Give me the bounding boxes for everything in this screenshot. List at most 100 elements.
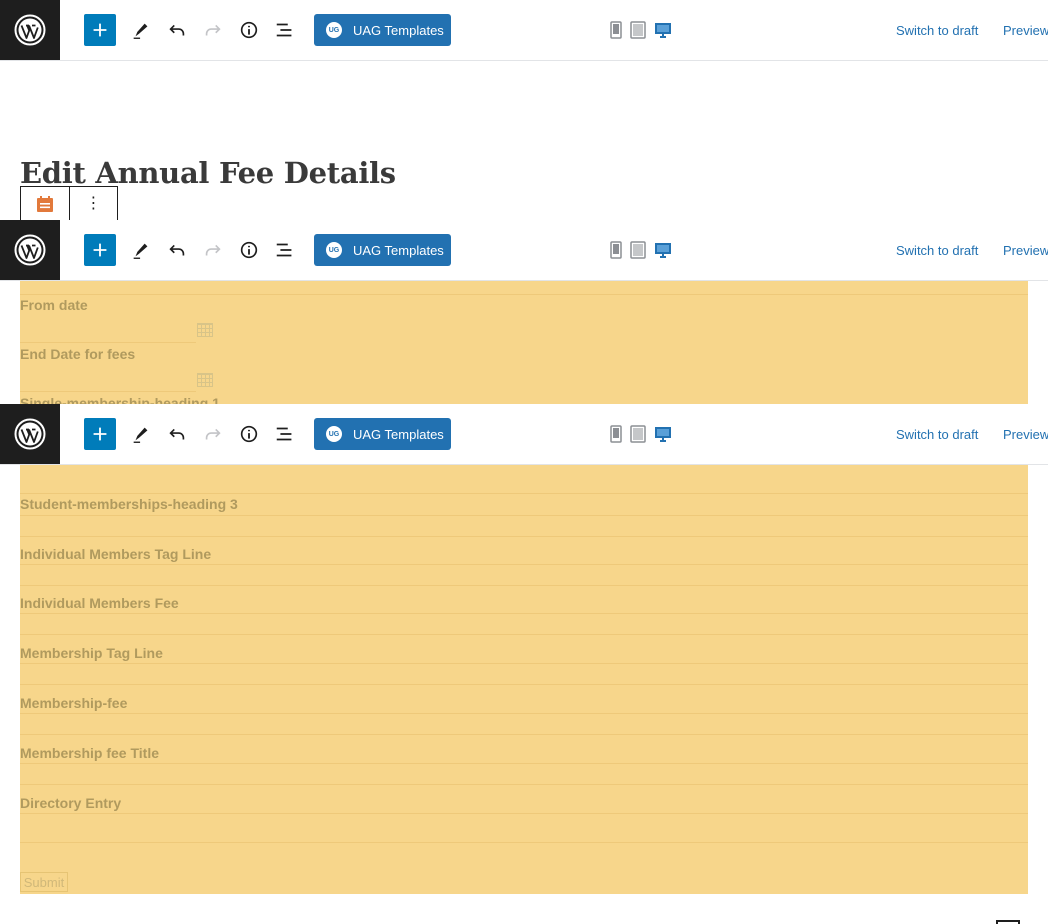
add-block-button[interactable] — [84, 234, 116, 266]
form-block-top: From date End Date for fees Single-membe… — [20, 281, 1028, 404]
more-options-button[interactable]: ⋮ — [69, 187, 117, 221]
pencil-icon — [133, 243, 148, 259]
list-view-icon — [276, 243, 292, 257]
more-options-icon: ⋮ — [85, 195, 102, 212]
mobile-icon — [610, 241, 622, 259]
tools-button[interactable] — [125, 234, 157, 266]
mobile-preview-button[interactable] — [610, 21, 622, 39]
uag-templates-button[interactable]: UG UAG Templates — [314, 418, 451, 450]
calendar-picker-icon[interactable] — [197, 323, 213, 337]
uag-templates-label: UAG Templates — [353, 22, 444, 38]
list-view-button[interactable] — [269, 234, 301, 266]
text-input-field[interactable] — [20, 813, 1028, 843]
text-input-field[interactable] — [20, 663, 1028, 685]
add-block-button[interactable] — [84, 14, 116, 46]
pencil-icon — [133, 427, 148, 443]
field-label-single-membership: Single-membership-heading 1 — [20, 395, 220, 404]
info-icon — [240, 425, 258, 443]
field-label-end-date: End Date for fees — [20, 346, 136, 362]
uag-logo-icon: UG — [326, 426, 342, 442]
tools-button[interactable] — [125, 418, 157, 450]
desktop-preview-button[interactable] — [654, 425, 672, 443]
switch-to-draft-link[interactable]: Switch to draft — [896, 427, 978, 442]
block-toolbar: ⋮ — [20, 186, 118, 221]
undo-button[interactable] — [161, 418, 193, 450]
text-input-field[interactable] — [20, 564, 1028, 586]
field-label-membership-tag-line: Membership Tag Line — [20, 645, 163, 661]
desktop-icon — [655, 23, 671, 38]
end-date-input[interactable] — [20, 366, 196, 392]
undo-icon — [169, 24, 185, 36]
switch-to-draft-link[interactable]: Switch to draft — [896, 23, 978, 38]
page-title[interactable]: Edit Annual Fee Details — [20, 156, 396, 190]
text-input-field[interactable] — [20, 515, 1028, 537]
submit-button[interactable]: Submit — [20, 872, 68, 892]
form-divider — [20, 294, 1028, 295]
uag-templates-label: UAG Templates — [353, 426, 444, 442]
block-type-button[interactable] — [21, 187, 69, 221]
redo-icon — [205, 24, 221, 36]
list-view-button[interactable] — [269, 418, 301, 450]
text-input-field[interactable] — [20, 713, 1028, 735]
tablet-preview-button[interactable] — [630, 21, 646, 39]
tablet-icon — [630, 241, 646, 259]
redo-button[interactable] — [197, 14, 229, 46]
uag-logo-icon: UG — [326, 22, 342, 38]
desktop-preview-button[interactable] — [654, 241, 672, 259]
preview-link[interactable]: Preview — [1003, 23, 1048, 38]
field-label-individual-tag-line: Individual Members Tag Line — [20, 546, 212, 562]
wordpress-logo-button[interactable] — [0, 220, 60, 280]
editor-toolbar-duplicate: UG UAG Templates Switch to draft Preview — [0, 404, 1048, 465]
mobile-preview-button[interactable] — [610, 241, 622, 259]
wordpress-icon — [14, 14, 46, 46]
redo-button[interactable] — [197, 234, 229, 266]
pencil-icon — [133, 23, 148, 39]
calendar-picker-icon[interactable] — [197, 373, 213, 387]
tablet-preview-button[interactable] — [630, 241, 646, 259]
uag-templates-label: UAG Templates — [353, 242, 444, 258]
switch-to-draft-link[interactable]: Switch to draft — [896, 243, 978, 258]
plus-icon — [93, 23, 107, 37]
mobile-icon — [610, 425, 622, 443]
undo-icon — [169, 244, 185, 256]
text-input-field[interactable] — [20, 763, 1028, 785]
field-label-student-memberships: Student-memberships-heading 3 — [20, 496, 238, 512]
list-view-icon — [276, 427, 292, 441]
tablet-preview-button[interactable] — [630, 425, 646, 443]
form-block-main: Student-memberships-heading 3 Individual… — [20, 465, 1028, 894]
info-icon — [240, 241, 258, 259]
details-button[interactable] — [233, 418, 265, 450]
undo-button[interactable] — [161, 14, 193, 46]
field-label-directory-entry: Directory Entry — [20, 795, 122, 811]
field-label-membership-fee: Membership-fee — [20, 695, 128, 711]
tools-button[interactable] — [125, 14, 157, 46]
wordpress-icon — [14, 418, 46, 450]
wordpress-icon — [14, 234, 46, 266]
info-icon — [240, 21, 258, 39]
wordpress-logo-button[interactable] — [0, 0, 60, 60]
block-corner-outline — [996, 920, 1020, 924]
add-block-button[interactable] — [84, 418, 116, 450]
preview-link[interactable]: Preview — [1003, 243, 1048, 258]
form-divider — [20, 493, 1028, 494]
desktop-preview-button[interactable] — [654, 21, 672, 39]
uag-templates-button[interactable]: UG UAG Templates — [314, 14, 451, 46]
uag-logo-icon: UG — [326, 242, 342, 258]
desktop-icon — [655, 427, 671, 442]
field-label-individual-fee: Individual Members Fee — [20, 595, 179, 611]
details-button[interactable] — [233, 14, 265, 46]
preview-link[interactable]: Preview — [1003, 427, 1048, 442]
redo-button[interactable] — [197, 418, 229, 450]
wordpress-logo-button[interactable] — [0, 404, 60, 464]
undo-icon — [169, 428, 185, 440]
list-view-button[interactable] — [269, 14, 301, 46]
from-date-input[interactable] — [20, 317, 196, 343]
mobile-preview-button[interactable] — [610, 425, 622, 443]
uag-templates-button[interactable]: UG UAG Templates — [314, 234, 451, 266]
details-button[interactable] — [233, 234, 265, 266]
undo-button[interactable] — [161, 234, 193, 266]
desktop-icon — [655, 243, 671, 258]
editor-toolbar-duplicate: UG UAG Templates Switch to draft Preview — [0, 220, 1048, 281]
calendar-icon — [37, 196, 53, 212]
text-input-field[interactable] — [20, 613, 1028, 635]
